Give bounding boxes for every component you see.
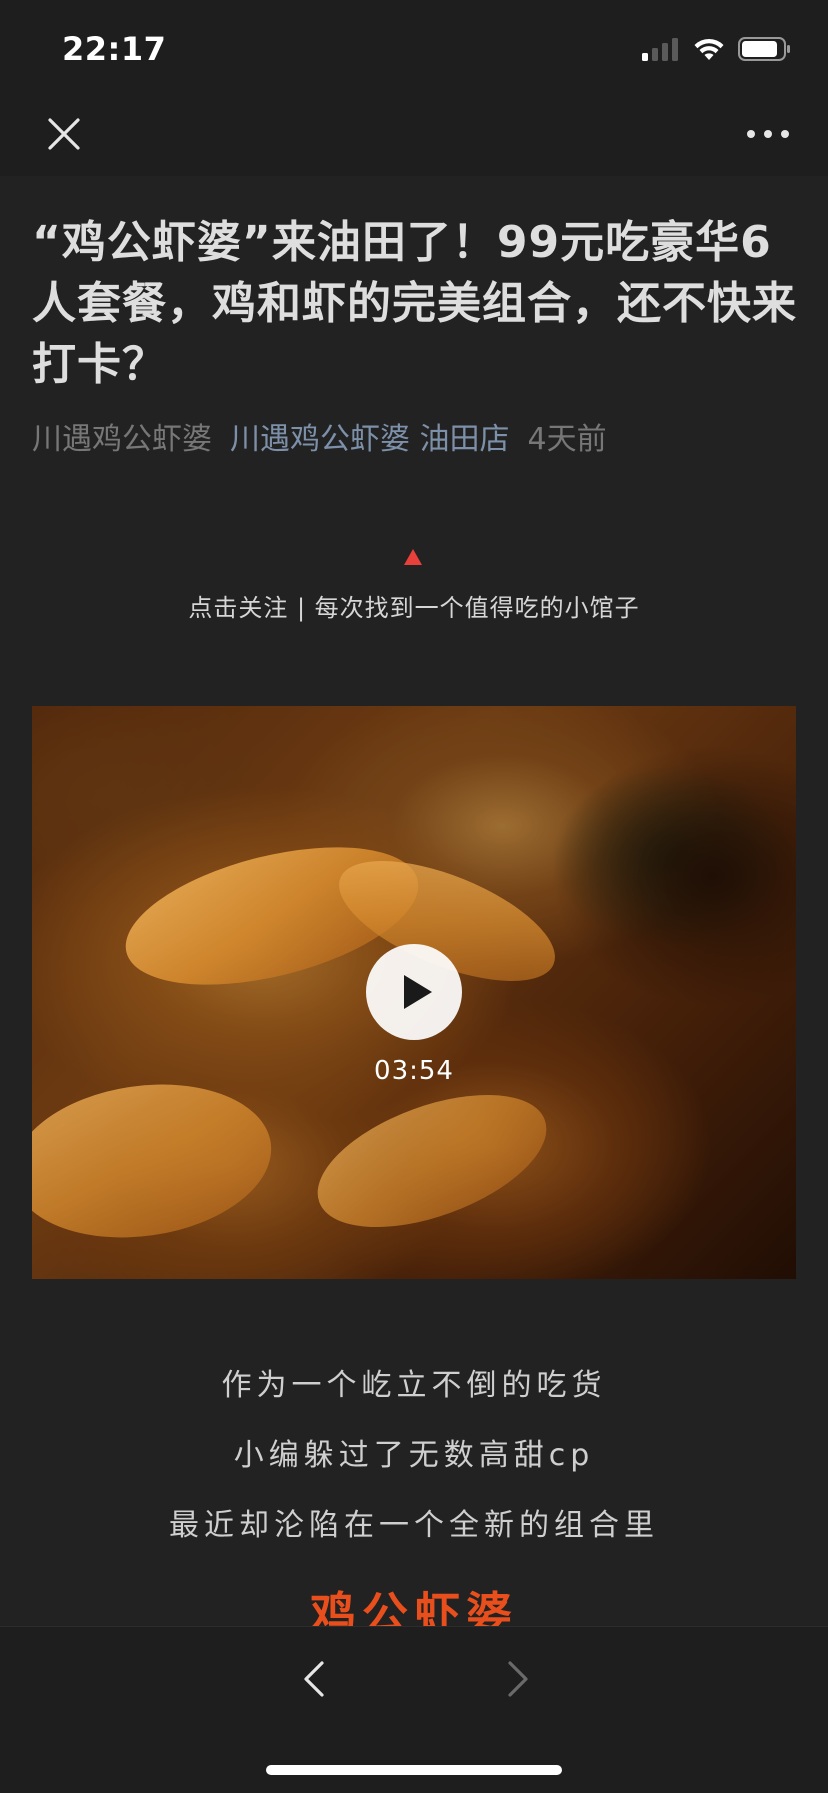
article-author: 川遇鸡公虾婆 — [32, 422, 212, 457]
home-indicator[interactable] — [266, 1765, 562, 1775]
video-duration: 03:54 — [374, 1056, 454, 1086]
play-icon — [404, 975, 432, 1009]
back-button[interactable] — [296, 1657, 336, 1701]
video-thumbnail-shape — [32, 1068, 282, 1254]
body-text-line: 最近却沦陷在一个全新的组合里 — [169, 1508, 659, 1543]
account-link[interactable]: 川遇鸡公虾婆 油田店 — [230, 422, 510, 457]
chevron-right-icon — [508, 1661, 528, 1697]
close-icon — [48, 118, 80, 150]
body-text-line: 作为一个屹立不倒的吃货 — [221, 1368, 607, 1403]
chevron-left-icon — [304, 1661, 324, 1697]
status-bar: 22:17 — [0, 0, 828, 96]
forward-button[interactable] — [496, 1657, 536, 1701]
status-time: 22:17 — [62, 30, 167, 68]
close-button[interactable] — [44, 114, 84, 154]
bottom-toolbar — [0, 1626, 828, 1793]
more-button[interactable] — [744, 114, 792, 154]
wifi-icon — [694, 38, 724, 60]
more-icon — [747, 130, 789, 138]
follow-arrow-icon — [404, 549, 422, 565]
article-meta: 川遇鸡公虾婆 川遇鸡公虾婆 油田店 4天前 — [32, 420, 802, 460]
play-button[interactable] — [366, 944, 462, 1040]
publish-time: 4天前 — [527, 422, 607, 457]
nav-bar — [0, 96, 828, 176]
highlight-heading: 鸡公虾婆 — [310, 1587, 518, 1626]
status-icons — [640, 34, 792, 64]
battery-icon — [738, 37, 790, 61]
article: “鸡公虾婆”来油田了！99元吃豪华6人套餐，鸡和虾的完美组合，还不快来打卡？ 川… — [0, 176, 828, 1626]
cellular-signal-icon — [642, 38, 678, 61]
video-player[interactable]: 03:54 — [32, 706, 796, 1279]
article-title: “鸡公虾婆”来油田了！99元吃豪华6人套餐，鸡和虾的完美组合，还不快来打卡？ — [32, 217, 797, 390]
video-thumbnail-shape — [300, 1068, 564, 1254]
follow-prompt[interactable]: 点击关注 | 每次找到一个值得吃的小馆子 — [0, 588, 828, 623]
body-text-line: 小编躲过了无数高甜cp — [233, 1438, 595, 1473]
